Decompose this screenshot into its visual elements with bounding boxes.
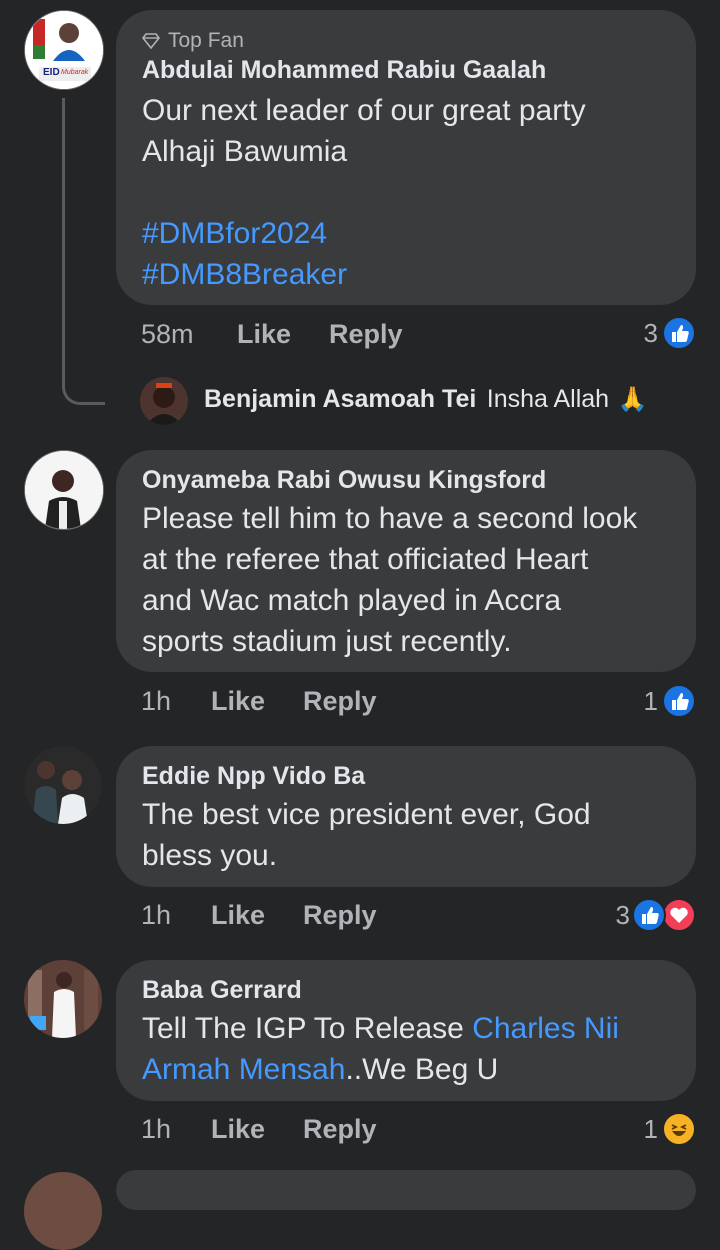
next-avatar-partial[interactable] [24, 1172, 102, 1250]
comment-text-segment: ..We Beg U [345, 1053, 499, 1086]
avatar-image [25, 11, 103, 89]
comment-bubble[interactable]: Eddie Npp Vido Ba The best vice presiden… [116, 746, 696, 887]
folded-hands-emoji: 🙏 [617, 386, 648, 413]
comment-actions: 1h Like Reply [141, 686, 381, 722]
like-button[interactable]: Like [211, 686, 265, 717]
comment-text-line: at the referee that officiated Heart [142, 543, 589, 576]
comment-text-line: The best vice president ever, God [142, 798, 591, 831]
thread-connector-line [62, 98, 105, 405]
mention-link[interactable]: Armah Mensah [142, 1053, 345, 1086]
reaction-summary[interactable]: 3 [580, 898, 696, 932]
comment-bubble[interactable]: Onyameba Rabi Owusu Kingsford Please tel… [116, 450, 696, 672]
reply-button[interactable]: Reply [303, 686, 377, 717]
timestamp[interactable]: 1h [141, 1114, 171, 1145]
like-icon [662, 684, 696, 718]
next-comment-bubble-partial[interactable] [116, 1170, 696, 1210]
comment-text-line: Please tell him to have a second look [142, 502, 638, 535]
comment-author[interactable]: Eddie Npp Vido Ba [142, 762, 365, 791]
avatar-text-eid: EID [43, 67, 60, 78]
like-icon [632, 898, 666, 932]
comment-text: The best vice president ever, God bless … [142, 794, 591, 876]
mention-link[interactable]: Charles Nii [472, 1012, 619, 1045]
reaction-summary[interactable]: 1 [600, 1112, 696, 1146]
comment-text: Tell The IGP To Release Charles Nii Arma… [142, 1008, 619, 1090]
comment-text-line: Alhaji Bawumia [142, 135, 348, 168]
comment-actions: 58m Like Reply [141, 319, 403, 355]
avatar-eddie[interactable] [24, 746, 102, 824]
diamond-icon [142, 33, 160, 49]
comment-actions: 1h Like Reply [141, 900, 381, 936]
reaction-count: 1 [643, 1114, 658, 1144]
reaction-summary[interactable]: 1 [600, 684, 696, 718]
timestamp[interactable]: 1h [141, 686, 171, 717]
like-button[interactable]: Like [211, 1114, 265, 1145]
like-button[interactable]: Like [237, 319, 291, 350]
avatar-image [24, 960, 102, 1038]
reply-button[interactable]: Reply [329, 319, 403, 350]
avatar-onyameba[interactable] [24, 450, 104, 530]
haha-icon [662, 1112, 696, 1146]
comment-bubble[interactable]: Top Fan Abdulai Mohammed Rabiu Gaalah Ou… [116, 10, 696, 305]
comment-author[interactable]: Baba Gerrard [142, 976, 302, 1005]
reply-preview[interactable]: Benjamin Asamoah Tei Insha Allah 🙏 [204, 385, 647, 419]
comment-author[interactable]: Onyameba Rabi Owusu Kingsford [142, 466, 546, 495]
comment-text-segment: Tell The IGP To Release [142, 1012, 473, 1045]
timestamp[interactable]: 58m [141, 319, 194, 350]
hashtag-link[interactable]: #DMB8Breaker [142, 254, 586, 295]
avatar-text-mubarak: Mubarak [61, 69, 89, 76]
avatar-benjamin[interactable] [140, 377, 188, 425]
reply-text: Insha Allah [486, 385, 610, 413]
comment-bubble[interactable]: Baba Gerrard Tell The IGP To Release Cha… [116, 960, 696, 1101]
reaction-count: 3 [615, 900, 630, 930]
avatar-baba[interactable] [24, 960, 102, 1038]
timestamp[interactable]: 1h [141, 900, 171, 931]
comment-text: Please tell him to have a second look at… [142, 498, 637, 662]
top-fan-badge: Top Fan [142, 28, 244, 54]
comment-text-line: Our next leader of our great party [142, 94, 586, 127]
hashtag-link[interactable]: #DMBfor2024 [142, 213, 586, 254]
comment-actions: 1h Like Reply [141, 1114, 381, 1150]
avatar-image [24, 746, 102, 824]
reply-author[interactable]: Benjamin Asamoah Tei [204, 385, 476, 413]
comment-text-line: bless you. [142, 839, 278, 872]
like-icon [662, 316, 696, 350]
reply-button[interactable]: Reply [303, 900, 377, 931]
avatar-abdulai[interactable]: EID Mubarak [24, 10, 104, 90]
avatar-image [140, 377, 188, 425]
comment-text-line: sports stadium just recently. [142, 625, 512, 658]
like-button[interactable]: Like [211, 900, 265, 931]
badge-label: Top Fan [168, 29, 244, 52]
love-icon [662, 898, 696, 932]
comment-author[interactable]: Abdulai Mohammed Rabiu Gaalah [142, 56, 546, 85]
reaction-count: 3 [643, 318, 658, 348]
comment-text: Our next leader of our great party Alhaj… [142, 90, 586, 295]
comment-text-line: and Wac match played in Accra [142, 584, 562, 617]
reaction-count: 1 [643, 686, 658, 716]
reaction-summary[interactable]: 3 [600, 316, 696, 350]
reply-button[interactable]: Reply [303, 1114, 377, 1145]
avatar-image [25, 451, 103, 529]
